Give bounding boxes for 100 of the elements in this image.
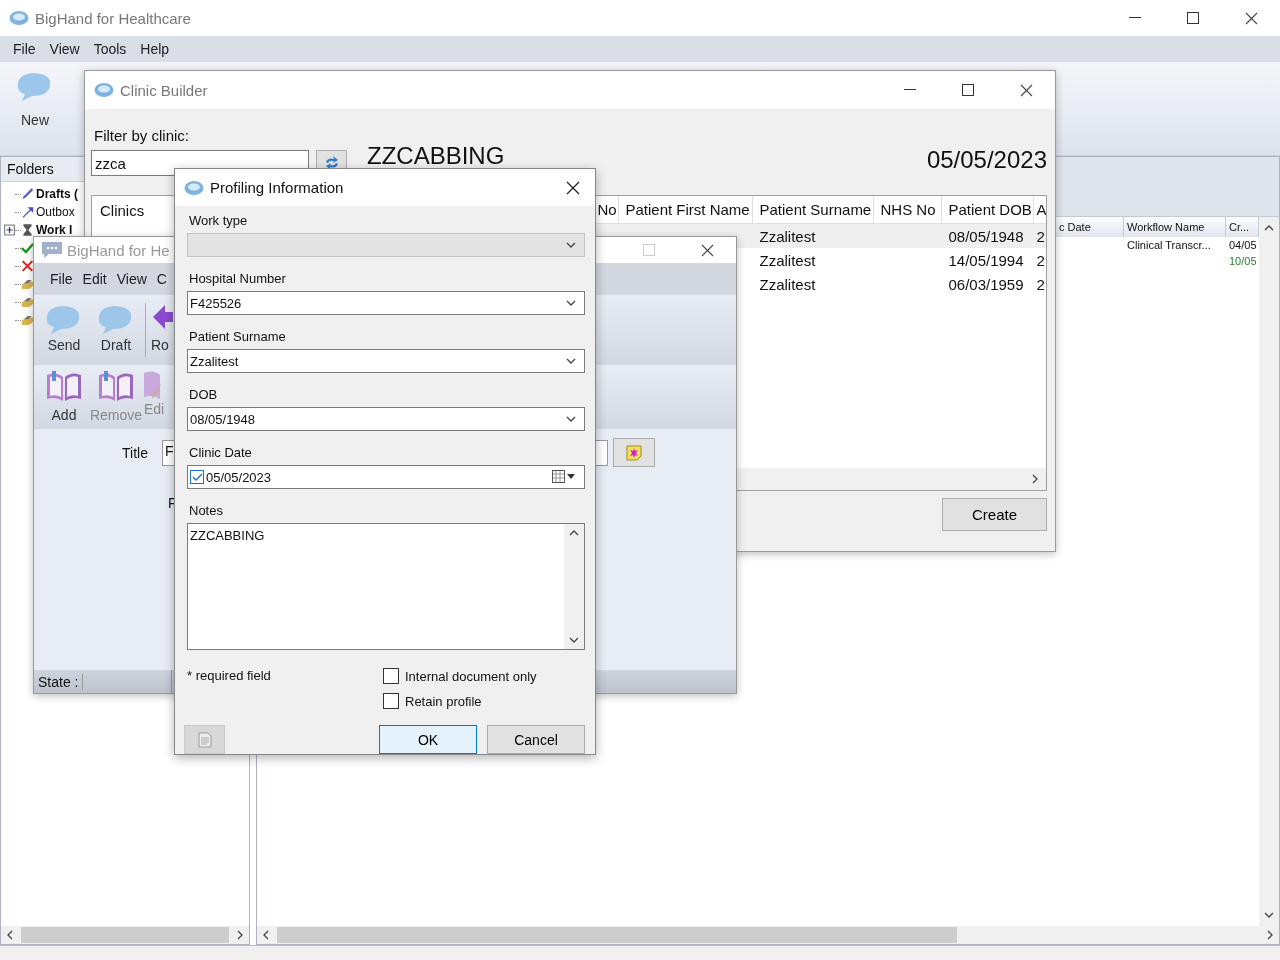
close-icon xyxy=(1019,83,1033,97)
calendar-dropdown-icon xyxy=(552,470,576,484)
chevron-left-icon xyxy=(5,930,15,940)
dialog-title: Profiling Information xyxy=(210,179,344,196)
maximize-icon xyxy=(962,84,974,96)
horizontal-scrollbar[interactable] xyxy=(1,926,249,944)
checkbox[interactable] xyxy=(383,693,399,709)
pencil-icon xyxy=(21,187,34,201)
maximize-icon xyxy=(1187,12,1199,24)
tray-icon xyxy=(21,277,34,291)
minimize-icon xyxy=(1129,17,1141,19)
app-logo-icon xyxy=(9,10,29,26)
column-header[interactable]: A xyxy=(1034,196,1046,223)
menu-item[interactable]: Tools xyxy=(86,41,134,57)
table-cell-text: Clinical Transcr... xyxy=(1126,238,1212,253)
vertical-scrollbar[interactable] xyxy=(1259,217,1279,926)
table-cell-text: 04/05 xyxy=(1228,238,1258,253)
chevron-down-icon xyxy=(566,356,576,366)
menu-item[interactable]: View xyxy=(42,41,87,57)
checkbox[interactable] xyxy=(190,470,204,484)
clinic-name: ZZCABBING xyxy=(367,142,505,170)
window-title: Clinic Builder xyxy=(120,81,208,99)
column-header[interactable]: Workflow Name xyxy=(1124,217,1226,237)
menu-item[interactable]: Help xyxy=(133,41,177,57)
window-title: BigHand for He xyxy=(67,241,170,259)
speech-bubble-icon xyxy=(41,241,63,259)
column-header[interactable]: NHS No xyxy=(874,196,943,223)
checkbox-label[interactable]: Internal document only xyxy=(405,668,537,684)
column-header[interactable]: Patient First Name xyxy=(619,196,754,223)
hourglass-icon xyxy=(21,223,34,237)
table-cell-text: Zzalitest xyxy=(758,275,817,295)
notes-field[interactable]: ZZCABBING xyxy=(187,523,585,650)
column-header[interactable]: Patient DOB xyxy=(942,196,1035,223)
vertical-scrollbar[interactable] xyxy=(564,524,584,649)
table-cell-text: Zzalitest xyxy=(758,227,817,247)
note-button[interactable] xyxy=(613,438,655,467)
menu-item[interactable]: Edit xyxy=(77,271,112,287)
column-header[interactable]: Patient Surname xyxy=(753,196,875,223)
dialog-button[interactable]: OK xyxy=(379,725,477,754)
document-button[interactable] xyxy=(184,725,225,754)
field-label: Hospital Number xyxy=(189,269,287,287)
chevron-down-icon xyxy=(569,635,579,645)
expand-icon[interactable] xyxy=(4,223,15,237)
check-icon xyxy=(191,472,203,482)
toolbar-button[interactable]: Draft xyxy=(90,299,142,353)
table-cell-text: 10/05 xyxy=(1228,254,1258,269)
menu-item[interactable]: File xyxy=(45,271,78,287)
status-label: State : xyxy=(34,673,84,690)
create-button[interactable]: Create xyxy=(942,498,1047,531)
chevron-down-icon xyxy=(566,240,576,250)
document-icon xyxy=(197,731,212,748)
chevron-right-icon xyxy=(1265,930,1275,940)
toolbar-button[interactable]: Add xyxy=(38,369,90,423)
minimize-icon xyxy=(904,89,916,91)
field-label: Patient Surname xyxy=(189,327,287,345)
maximize-icon xyxy=(643,244,655,256)
combo-box[interactable]: 08/05/1948 xyxy=(187,407,585,431)
app-logo-icon xyxy=(184,179,204,196)
horizontal-scrollbar[interactable] xyxy=(257,926,1279,944)
field-label: Clinic Date xyxy=(189,443,253,461)
field-label: Work type xyxy=(189,211,249,229)
chevron-right-icon xyxy=(235,930,245,940)
chevron-down-icon xyxy=(566,298,576,308)
table-cell-text: 2 xyxy=(1035,227,1046,247)
checkbox[interactable] xyxy=(383,668,399,684)
checkbox-label[interactable]: Retain profile xyxy=(405,693,482,709)
chevron-down-icon xyxy=(1264,910,1274,920)
folder-item[interactable]: Outbox xyxy=(36,205,75,219)
tray-icon xyxy=(21,313,34,327)
menu-item[interactable]: File xyxy=(6,41,43,57)
new-button[interactable]: New xyxy=(0,62,70,132)
field-label: Title xyxy=(121,444,149,461)
folder-item[interactable]: Work I xyxy=(36,223,73,237)
book-pencil-icon xyxy=(144,369,162,399)
table-cell-text: 06/03/1959 xyxy=(947,275,1025,295)
combo-box[interactable]: Zzalitest xyxy=(187,349,585,373)
required-note: * required field xyxy=(187,668,272,685)
menu-item[interactable]: View xyxy=(111,271,152,287)
field-label: Notes xyxy=(189,501,224,519)
clinic-date: 05/05/2023 xyxy=(926,146,1047,174)
app-logo-icon xyxy=(94,82,114,98)
table-cell-text: 14/05/1994 xyxy=(947,251,1025,271)
chevron-up-icon xyxy=(569,528,579,538)
chevron-right-icon xyxy=(1030,474,1040,484)
close-icon xyxy=(700,243,714,257)
toolbar-button[interactable]: Send xyxy=(38,299,90,353)
table-cell-text: 2 xyxy=(1035,275,1046,295)
sticky-note-icon xyxy=(626,444,642,461)
folder-item[interactable]: Drafts ( xyxy=(36,187,78,201)
table-cell-text: Zzalitest xyxy=(758,251,817,271)
table-cell-text: 2 xyxy=(1035,251,1046,271)
arrow-icon xyxy=(21,205,34,219)
dialog-button[interactable]: Cancel xyxy=(487,725,585,754)
field-label: DOB xyxy=(189,385,219,403)
chevron-left-icon xyxy=(261,930,271,940)
list-header: Clinics xyxy=(100,202,145,219)
cross-icon xyxy=(21,259,34,273)
menu-item[interactable]: C xyxy=(151,271,172,287)
date-picker[interactable]: 05/05/2023 xyxy=(187,465,585,489)
combo-box[interactable]: F425526 xyxy=(187,291,585,315)
